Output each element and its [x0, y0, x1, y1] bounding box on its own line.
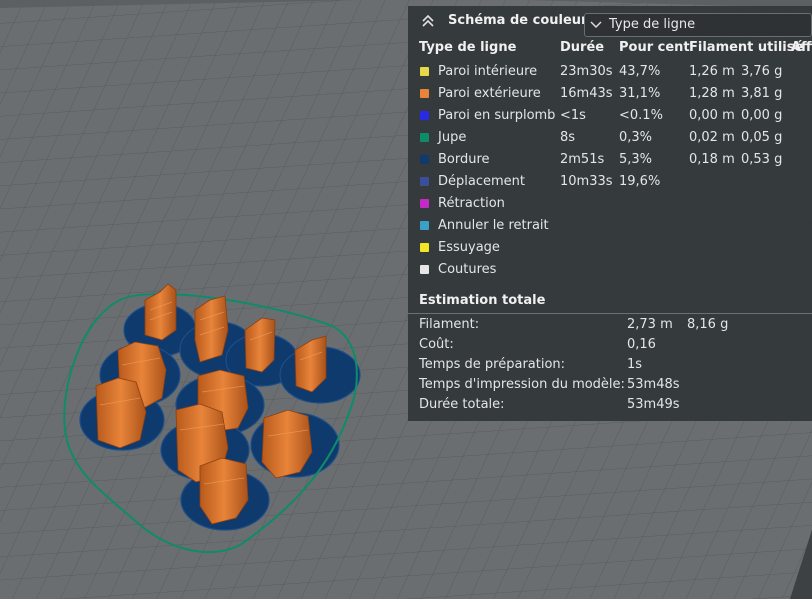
summary-row: Coût: 0,16 — [408, 337, 812, 357]
color-swatch — [420, 133, 429, 142]
legend-row[interactable]: Jupe 8s 0,3% 0,02 m 0,05 g — [408, 128, 812, 150]
color-swatch — [420, 265, 429, 274]
color-swatch — [420, 221, 429, 230]
summary-row: Temps de préparation: 1s — [408, 357, 812, 377]
header-line-type: Type de ligne — [419, 40, 517, 55]
weight-value: 3,76 g — [741, 64, 783, 79]
summary-label: Coût: — [419, 337, 454, 352]
percent-value: 5,3% — [619, 152, 653, 167]
color-swatch — [420, 111, 429, 120]
line-type-label: Essuyage — [438, 240, 500, 255]
color-swatch — [420, 177, 429, 186]
summary-row: Temps d'impression du modèle: 53m48s — [408, 377, 812, 397]
color-scheme-panel: Schéma de couleur Type de ligne Type de … — [408, 6, 812, 421]
length-value: 0,02 m — [689, 130, 735, 145]
summary-value: 2,73 m — [627, 317, 673, 332]
duration-value: <1s — [560, 108, 586, 123]
color-swatch — [420, 155, 429, 164]
length-value: 0,00 m — [689, 108, 735, 123]
header-percent: Pour cent — [619, 40, 690, 55]
line-type-label: Paroi intérieure — [438, 64, 538, 79]
view-type-value: Type de ligne — [609, 17, 696, 32]
legend-row[interactable]: Paroi extérieure 16m43s 31,1% 1,28 m 3,8… — [408, 84, 812, 106]
line-type-label: Paroi extérieure — [438, 86, 541, 101]
summary-label: Temps d'impression du modèle: — [419, 377, 625, 392]
duration-value: 2m51s — [560, 152, 605, 167]
line-type-label: Déplacement — [438, 174, 525, 189]
line-type-label: Paroi en surplomb — [438, 108, 556, 123]
duration-value: 23m30s — [560, 64, 613, 79]
divider — [408, 313, 812, 314]
summary-label: Filament: — [419, 317, 480, 332]
summary-value-weight: 8,16 g — [687, 317, 729, 332]
legend-row[interactable]: Rétraction — [408, 194, 812, 216]
panel-header: Schéma de couleur Type de ligne — [408, 6, 812, 38]
legend-row[interactable]: Essuyage — [408, 238, 812, 260]
line-type-label: Jupe — [438, 130, 467, 145]
color-scheme-title: Schéma de couleur — [448, 13, 588, 28]
line-type-label: Bordure — [438, 152, 490, 167]
color-swatch — [420, 199, 429, 208]
summary-value: 0,16 — [627, 337, 656, 352]
legend-row[interactable]: Annuler le retrait — [408, 216, 812, 238]
summary-row: Filament: 2,73 m 8,16 g — [408, 317, 812, 337]
percent-value: <0.1% — [619, 108, 663, 123]
length-value: 1,26 m — [689, 64, 735, 79]
summary-label: Temps de préparation: — [419, 357, 566, 372]
weight-value: 3,81 g — [741, 86, 783, 101]
chevron-down-icon — [590, 21, 602, 28]
length-value: 1,28 m — [689, 86, 735, 101]
summary-value: 1s — [627, 357, 643, 372]
color-swatch — [420, 67, 429, 76]
percent-value: 43,7% — [619, 64, 661, 79]
percent-value: 0,3% — [619, 130, 653, 145]
header-display: Affi — [791, 40, 812, 55]
summary-row: Durée totale: 53m49s — [408, 397, 812, 417]
duration-value: 16m43s — [560, 86, 613, 101]
color-swatch — [420, 89, 429, 98]
legend-row[interactable]: Déplacement 10m33s 19,6% — [408, 172, 812, 194]
weight-value: 0,00 g — [741, 108, 783, 123]
weight-value: 0,53 g — [741, 152, 783, 167]
summary-label: Durée totale: — [419, 397, 505, 412]
color-swatch — [420, 243, 429, 252]
header-filament-used: Filament utilisé — [689, 40, 804, 55]
duration-value: 10m33s — [560, 174, 613, 189]
legend-row[interactable]: Paroi en surplomb <1s <0.1% 0,00 m 0,00 … — [408, 106, 812, 128]
header-duration: Durée — [560, 40, 605, 55]
legend-row[interactable]: Paroi intérieure 23m30s 43,7% 1,26 m 3,7… — [408, 62, 812, 84]
percent-value: 31,1% — [619, 86, 661, 101]
line-type-label: Annuler le retrait — [438, 218, 549, 233]
length-value: 0,18 m — [689, 152, 735, 167]
duration-value: 8s — [560, 130, 576, 145]
weight-value: 0,05 g — [741, 130, 783, 145]
summary-value: 53m48s — [627, 377, 680, 392]
legend-row[interactable]: Bordure 2m51s 5,3% 0,18 m 0,53 g — [408, 150, 812, 172]
collapse-chevron-icon[interactable] — [420, 13, 436, 29]
line-type-label: Rétraction — [438, 196, 505, 211]
total-estimate-title: Estimation totale — [419, 293, 546, 308]
line-type-label: Coutures — [438, 262, 497, 277]
percent-value: 19,6% — [619, 174, 661, 189]
summary-value: 53m49s — [627, 397, 680, 412]
view-type-dropdown[interactable]: Type de ligne — [584, 13, 812, 37]
legend-row[interactable]: Coutures — [408, 260, 812, 282]
